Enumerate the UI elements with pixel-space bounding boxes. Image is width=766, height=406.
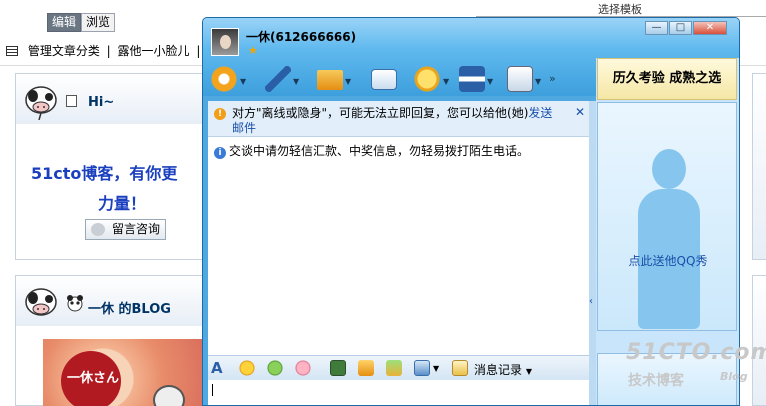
chevron-left-icon: ‹ — [589, 296, 593, 307]
music-icon[interactable] — [358, 360, 374, 376]
menu-separator: | — [106, 44, 111, 58]
show-face-link[interactable]: 露他一小脸儿 — [118, 44, 190, 58]
side-panel-toggle[interactable]: ‹ — [589, 101, 596, 405]
offline-notice: ! 对方"离线或隐身"，可能无法立即回复，您可以给他(她)发送邮件 ✕ — [208, 101, 589, 137]
hi-title: Hi~ — [88, 95, 115, 110]
gift-icon[interactable] — [386, 360, 402, 376]
site-watermark: 51CTO.com 技术博客 Blog — [626, 340, 766, 389]
mic-icon[interactable] — [265, 66, 291, 92]
tab-edit[interactable]: 编辑 — [47, 13, 82, 32]
file-transfer-icon[interactable] — [317, 70, 343, 90]
menu-separator: | — [196, 44, 201, 58]
contact-avatar[interactable] — [211, 28, 239, 56]
blog-title: 一休 的BLOG — [88, 302, 171, 317]
close-button[interactable]: ✕ — [693, 21, 727, 35]
notice-text: 对方"离线或隐身"，可能无法立即回复，您可以给他(她)发送邮件 — [232, 106, 562, 136]
slogan-line1: 51cto博客，有你更 — [31, 164, 178, 183]
person-icon — [91, 223, 105, 236]
blog-menu: 管理文章分类 | 露他一小脸儿 | — [6, 42, 203, 59]
security-warning: i 交谈中请勿轻信汇款、中奖信息，勿轻易拨打陌生电话。 — [214, 142, 529, 159]
tab-browse[interactable]: 浏览 — [81, 13, 116, 32]
warning-text: 交谈中请勿轻信汇款、中奖信息，勿轻易拨打陌生电话。 — [229, 144, 530, 158]
more-icon[interactable]: » — [549, 72, 556, 85]
page-icon — [66, 95, 77, 107]
message-history-button[interactable]: 消息记录 ▼ — [474, 361, 532, 378]
font-icon[interactable]: A — [211, 360, 227, 376]
cow-mascot-icon — [25, 288, 57, 316]
top-right-strip: 选择模板 — [476, 0, 766, 17]
image-icon[interactable] — [330, 360, 346, 376]
maximize-button[interactable]: □ — [669, 21, 692, 35]
qq-show-box[interactable]: 点此送他QQ秀 — [597, 102, 737, 331]
chevron-down-icon[interactable]: ▼ — [535, 77, 541, 86]
app-icon[interactable] — [459, 66, 485, 92]
list-icon — [6, 46, 18, 56]
avatar-silhouette-head — [652, 149, 686, 189]
mail-icon[interactable] — [371, 69, 397, 90]
minimize-button[interactable]: — — [645, 21, 668, 35]
text-caret — [212, 384, 213, 396]
game-icon[interactable] — [507, 66, 533, 92]
chevron-down-icon[interactable]: ▼ — [443, 77, 449, 86]
manage-categories-link[interactable]: 管理文章分类 — [28, 44, 100, 58]
chat-history-area[interactable] — [208, 160, 589, 355]
emoji-icon[interactable] — [239, 360, 255, 376]
vip-star-icon: ★ — [248, 44, 258, 57]
watermark-line1: 51CTO.com — [626, 340, 766, 365]
chat-icon[interactable] — [414, 66, 440, 92]
chevron-down-icon[interactable]: ▼ — [240, 77, 246, 86]
history-icon[interactable] — [452, 360, 468, 376]
consult-button-label: 留言咨询 — [112, 222, 161, 236]
send-qq-show-link[interactable]: 点此送他QQ秀 — [598, 252, 738, 269]
chevron-down-icon[interactable]: ▼ — [293, 77, 299, 86]
ad-banner[interactable]: 历久考验 成熟之选 — [597, 58, 737, 100]
contact-name: 一休(612666666) — [246, 30, 357, 44]
close-icon[interactable]: ✕ — [575, 105, 585, 119]
chat-panel: ! 对方"离线或隐身"，可能无法立即回复，您可以给他(她)发送邮件 ✕ i 交谈中… — [208, 101, 589, 405]
slogan-line2: 力量！ — [98, 194, 147, 213]
blog-panel-header: 一休 的BLOG — [16, 276, 215, 326]
photo-caption: 一休さん — [67, 371, 120, 386]
magic-emoji-icon[interactable] — [267, 360, 283, 376]
watermark-line2: 技术博客 — [628, 373, 684, 389]
hi-panel-header: Hi~ — [16, 74, 215, 124]
watermark-line3: Blog — [720, 370, 748, 383]
history-label: 消息记录 — [474, 363, 523, 377]
chevron-down-icon[interactable]: ▼ — [487, 77, 493, 86]
input-toolbar: A ▼ 消息记录 ▼ — [208, 355, 589, 380]
panda-icon — [67, 295, 83, 312]
right-side-panel — [752, 73, 766, 260]
message-input[interactable] — [208, 380, 589, 405]
chevron-down-icon[interactable]: ▼ — [345, 77, 351, 86]
info-icon: ! — [214, 108, 226, 120]
notice-message: 对方"离线或隐身"，可能无法立即回复，您可以给他(她) — [232, 106, 529, 120]
cow-mascot-icon — [25, 86, 57, 120]
consult-button[interactable]: 留言咨询 — [85, 219, 166, 240]
chevron-down-icon[interactable]: ▼ — [433, 364, 439, 373]
screenshot-icon[interactable] — [414, 360, 430, 376]
blog-photo: 一休さん — [43, 339, 208, 406]
template-link[interactable]: 选择模板 — [598, 1, 642, 17]
shake-icon[interactable] — [295, 360, 311, 376]
chevron-down-icon: ▼ — [525, 367, 532, 376]
info-icon: i — [214, 147, 226, 159]
video-icon[interactable] — [211, 66, 237, 92]
photo-character — [153, 385, 185, 406]
